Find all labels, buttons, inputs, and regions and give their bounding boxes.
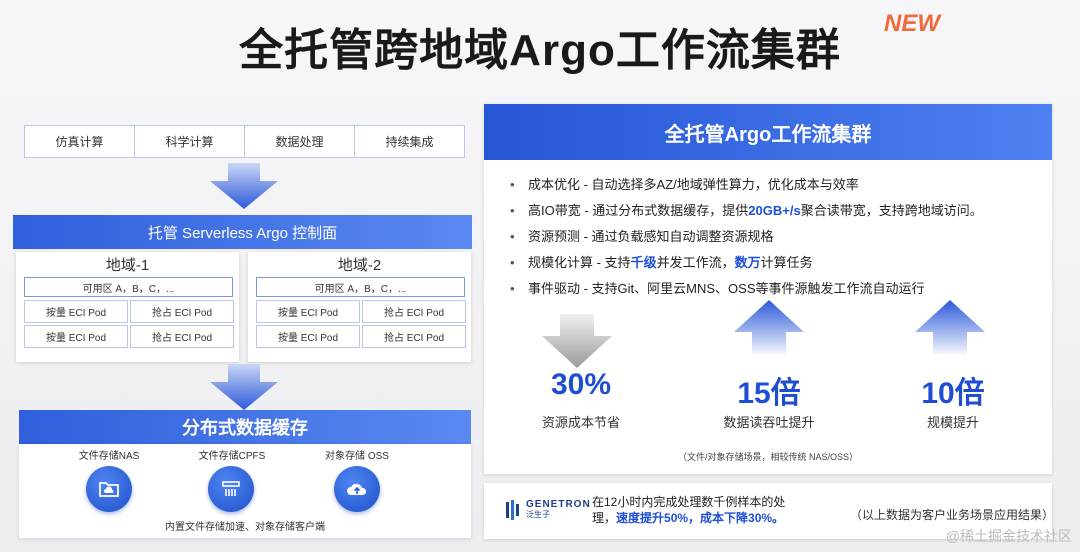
feature-highlight: 数万 — [734, 255, 761, 270]
scenario-tabs: 仿真计算 科学计算 数据处理 持续集成 — [24, 125, 465, 158]
logo-name: GENETRON — [526, 499, 591, 510]
tab-ci: 持续集成 — [385, 135, 434, 149]
pod-ondemand: 按量 ECI Pod — [256, 300, 360, 323]
cloud-upload-icon — [334, 466, 380, 512]
availability-zones: 可用区 A，B，C，... — [256, 277, 465, 297]
bullet-dot: • — [510, 255, 515, 270]
region-title: 地域-2 — [337, 257, 382, 274]
bullet-dot: • — [510, 281, 515, 296]
stat-value-cost: 30% — [550, 368, 612, 401]
pod-ondemand: 按量 ECI Pod — [256, 325, 360, 348]
tab-simulation: 仿真计算 — [25, 126, 135, 157]
arrow-up-icon — [915, 300, 985, 354]
genetron-logo: GENETRON 泛生子 — [506, 499, 591, 520]
feature-text: 并发工作流， — [656, 255, 735, 270]
feature-text: 资源预测 - 通过负载感知自动调整资源规格 — [528, 229, 774, 244]
region-title: 地域-1 — [105, 257, 150, 274]
new-badge: NEW — [884, 10, 940, 37]
feature-item: • 规模化计算 - 支持千级并发工作流，数万计算任务 — [510, 250, 983, 276]
region-2: 地域-2 可用区 A，B，C，... 按量 ECI Pod 抢占 ECI Pod… — [248, 252, 471, 362]
logo-cn: 泛生子 — [526, 510, 550, 519]
control-plane-bar: 托管 Serverless Argo 控制面 — [13, 215, 472, 249]
tab-scientific: 科学计算 — [135, 126, 245, 157]
storage-panel: 文件存储NAS 文件存储CPFS 对象存储 OSS 内置文件存储加速、对象存储客… — [19, 444, 471, 538]
bullet-dot: • — [510, 203, 515, 218]
genetron-logo-icon — [506, 499, 519, 520]
store-label-cpfs: 文件存储CPFS — [198, 451, 266, 462]
stat-label-throughput: 数据读吞吐提升 — [723, 415, 815, 430]
feature-text: 成本优化 - 自动选择多AZ/地域弹性算力，优化成本与效率 — [528, 177, 859, 192]
feature-text: 规模化计算 - 支持 — [528, 255, 631, 270]
arrow-up-icon — [734, 300, 804, 354]
cache-footer: 内置文件存储加速、对象存储客户端 — [165, 522, 325, 533]
arrow-down-icon — [210, 163, 278, 209]
arrow-down-icon — [542, 314, 612, 368]
watermark: @稀土掘金技术社区 — [945, 528, 1072, 544]
pod-spot: 抢占 ECI Pod — [130, 325, 234, 348]
feature-text: 高IO带宽 - 通过分布式数据缓存，提供 — [528, 203, 749, 218]
store-label-nas: 文件存储NAS — [78, 451, 140, 462]
stat-label-cost: 资源成本节省 — [541, 415, 620, 430]
feature-text: 聚合读带宽，支持跨地域访问。 — [800, 203, 983, 218]
availability-zones: 可用区 A，B，C，... — [24, 277, 233, 297]
feature-highlight: 千级 — [630, 255, 657, 270]
stat-value-scale: 10倍 — [921, 377, 985, 410]
feature-list: • 成本优化 - 自动选择多AZ/地域弹性算力，优化成本与效率 • 高IO带宽 - 通… — [510, 172, 983, 302]
feature-item: • 资源预测 - 通过负载感知自动调整资源规格 — [510, 224, 983, 250]
feature-item: • 成本优化 - 自动选择多AZ/地域弹性算力，优化成本与效率 — [510, 172, 983, 198]
stat-value-throughput: 15倍 — [737, 377, 801, 410]
pod-spot: 抢占 ECI Pod — [362, 325, 466, 348]
pod-spot: 抢占 ECI Pod — [130, 300, 234, 323]
distributed-cache-bar: 分布式数据缓存 — [19, 410, 471, 444]
folder-cloud-icon — [86, 466, 132, 512]
feature-item: • 事件驱动 - 支持Git、阿里云MNS、OSS等事件源触发工作流自动运行 — [510, 276, 983, 302]
file-storage-icon — [208, 466, 254, 512]
region-1: 地域-1 可用区 A，B，C，... 按量 ECI Pod 抢占 ECI Pod… — [16, 252, 239, 362]
store-label-oss: 对象存储 OSS — [325, 451, 389, 462]
case-highlight: 速度提升50%，成本下降30%。 — [616, 511, 785, 525]
bullet-dot: • — [510, 229, 515, 244]
pod-ondemand: 按量 ECI Pod — [24, 325, 128, 348]
pod-spot: 抢占 ECI Pod — [362, 300, 466, 323]
feature-item: • 高IO带宽 - 通过分布式数据缓存，提供20GB+/s聚合读带宽，支持跨地域访… — [510, 198, 983, 224]
panel-title: 全托管Argo工作流集群 — [484, 104, 1052, 160]
arrow-down-icon — [210, 364, 278, 410]
feature-panel: 全托管Argo工作流集群 • 成本优化 - 自动选择多AZ/地域弹性算力，优化成本… — [484, 104, 1052, 474]
tab-data-processing: 数据处理 — [245, 126, 355, 157]
bullet-dot: • — [510, 177, 515, 192]
pod-ondemand: 按量 ECI Pod — [24, 300, 128, 323]
case-description: 在12小时内完成处理数千例样本的处理，速度提升50%，成本下降30%。 — [592, 494, 802, 526]
feature-text: 计算任务 — [760, 255, 813, 270]
stats-note: （文件/对象存储场景，相较传统 NAS/OSS） — [677, 452, 858, 462]
feature-text: 事件驱动 - 支持Git、阿里云MNS、OSS等事件源触发工作流自动运行 — [528, 281, 925, 296]
feature-highlight: 20GB+/s — [748, 203, 801, 218]
case-disclaimer: （以上数据为客户业务场景应用结果） — [850, 508, 1055, 522]
stat-label-scale: 规模提升 — [926, 415, 979, 430]
